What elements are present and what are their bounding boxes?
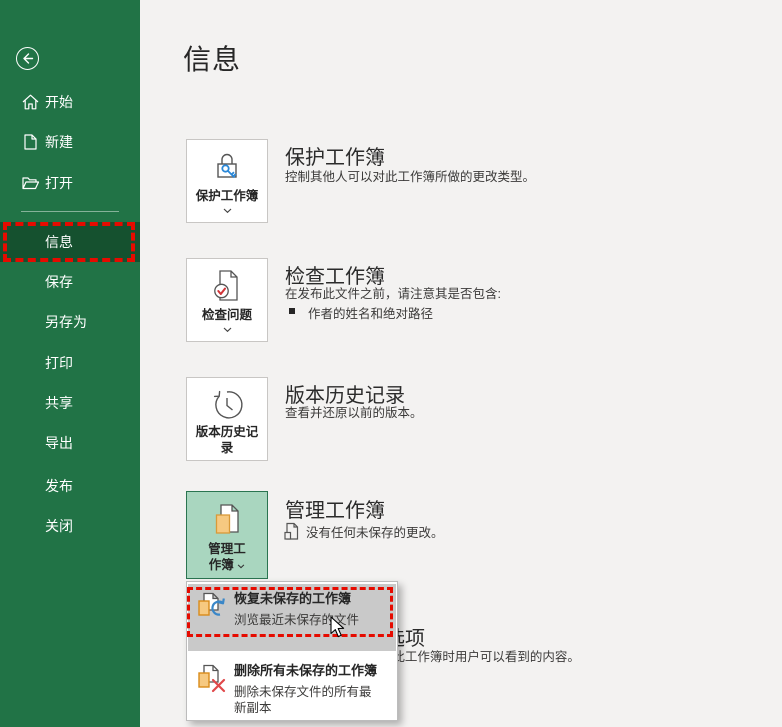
sidebar-item-label: 新建 [45,132,73,152]
sidebar-item-label: 信息 [45,232,73,252]
menu-item-recover-unsaved-workbooks[interactable]: 恢复未保存的工作簿 浏览最近未保存的文件 [188,584,396,651]
sidebar-item-publish[interactable]: 发布 [0,466,140,506]
manage-workbook-button[interactable]: 管理工作簿 [186,491,268,579]
sidebar-item-info[interactable]: 信息 [0,222,140,262]
protect-workbook-button[interactable]: 保护工作簿 [186,139,268,223]
sidebar-item-home[interactable]: 开始 [0,82,140,122]
sidebar-item-print[interactable]: 打印 [0,343,140,383]
chevron-down-icon [237,564,245,569]
sidebar-item-new[interactable]: 新建 [0,122,140,162]
section-bullet-row: 作者的姓名和绝对路径 [289,303,433,322]
menu-item-subtitle: 浏览最近未保存的文件 [234,612,380,628]
chevron-down-icon [223,208,232,214]
check-for-issues-button[interactable]: 检查问题 [186,258,268,342]
sidebar-item-close[interactable]: 关闭 [0,506,140,546]
section-description: 控制其他人可以对此工作簿所做的更改类型。 [285,166,535,185]
page-title: 信息 [183,38,241,78]
sidebar-item-open[interactable]: 打开 [0,163,140,203]
section-description: 查看并还原以前的版本。 [285,402,423,421]
sidebar-item-label: 共享 [45,393,73,413]
sidebar-item-share[interactable]: 共享 [0,383,140,423]
excel-backstage-info-view: 开始 新建 打开 信息 保存 另存为 打印 共享 [0,0,782,727]
menu-item-title: 删除所有未保存的工作簿 [234,662,380,679]
menu-item-text: 删除所有未保存的工作簿 删除未保存文件的所有最新副本 [234,662,380,716]
sidebar-item-label: 发布 [45,476,73,496]
sidebar-item-label: 关闭 [45,516,73,536]
delete-unsaved-icon [197,664,227,694]
tile-button-label: 检查问题 [202,307,252,323]
menu-item-text: 恢复未保存的工作簿 浏览最近未保存的文件 [234,590,380,651]
tile-button-label: 版本历史记录 [194,424,260,456]
menu-item-subtitle: 删除未保存文件的所有最新副本 [234,684,380,716]
home-icon [22,94,39,111]
tile-button-label: 管理工作簿 [205,541,249,573]
sidebar-item-label: 打印 [45,353,73,373]
sidebar-item-label: 保存 [45,272,73,292]
tile-button-label: 保护工作簿 [196,188,259,204]
sidebar-item-label: 开始 [45,92,73,112]
section-heading: 管理工作簿 [285,494,385,523]
back-arrow-icon [21,52,34,65]
lock-key-icon [212,151,242,185]
menu-item-delete-all-unsaved-workbooks[interactable]: 删除所有未保存的工作簿 删除未保存文件的所有最新副本 [188,656,396,716]
bullet-text: 作者的姓名和绝对路径 [308,303,433,322]
sidebar-item-label: 打开 [45,173,73,193]
manage-workbook-dropdown-menu: 恢复未保存的工作簿 浏览最近未保存的文件 删除所有未保存的工作簿 删除未保存文件… [186,581,398,721]
inspect-document-icon [212,269,242,303]
manage-workbook-icon [212,502,242,538]
sidebar-item-label: 导出 [45,433,73,453]
menu-item-title: 恢复未保存的工作簿 [234,590,380,607]
recover-unsaved-icon [197,592,227,622]
back-button[interactable] [16,47,39,70]
sidebar-item-save-as[interactable]: 另存为 [0,302,140,342]
open-folder-icon [22,175,39,192]
version-history-icon [210,387,244,421]
sidebar-item-label: 另存为 [45,312,87,332]
version-history-button[interactable]: 版本历史记录 [186,377,268,461]
sidebar-item-save[interactable]: 保存 [0,262,140,302]
new-document-icon [22,134,39,151]
section-description: 在发布此文件之前，请注意其是否包含: [285,283,501,302]
document-checkin-icon [284,522,299,541]
sidebar-divider [21,211,119,212]
sidebar-item-export[interactable]: 导出 [0,423,140,463]
chevron-down-icon [223,327,232,333]
bullet-icon [289,308,295,314]
unsaved-changes-status: 没有任何未保存的更改。 [284,522,444,541]
sidebar: 开始 新建 打开 信息 保存 另存为 打印 共享 [0,0,140,727]
status-text: 没有任何未保存的更改。 [306,522,444,541]
